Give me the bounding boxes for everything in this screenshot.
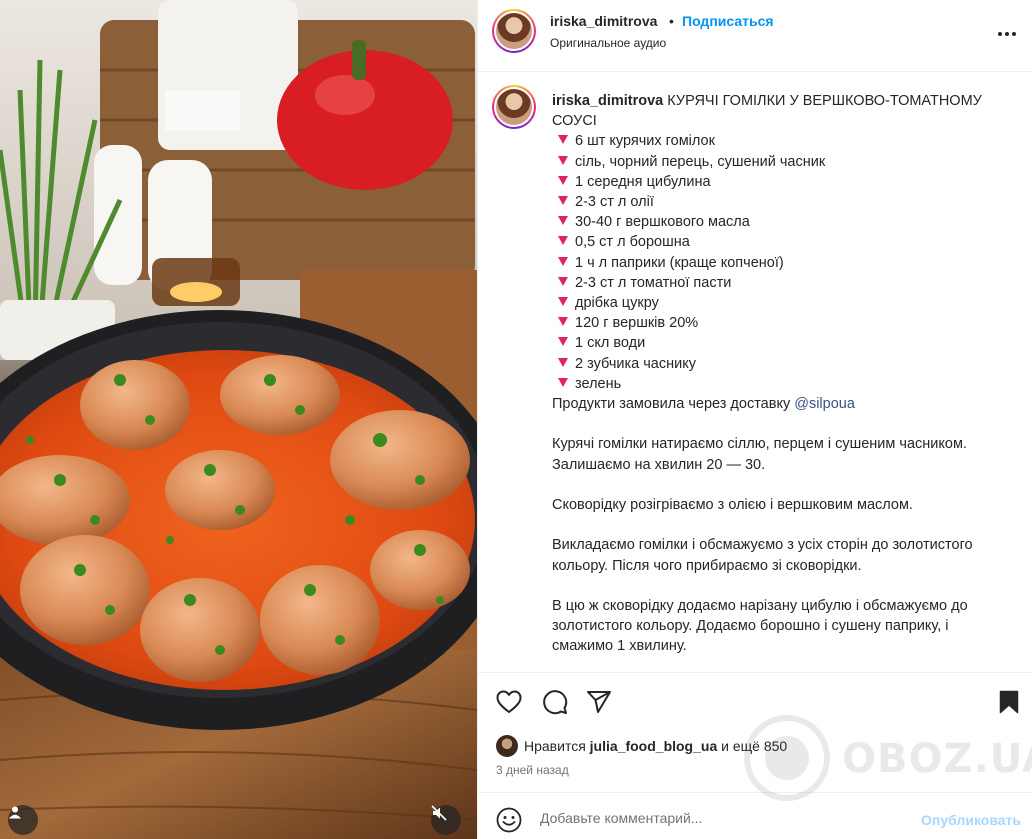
follow-button[interactable]: Подписаться: [682, 13, 774, 29]
ingredient-text: 6 шт курячих гомілок: [575, 133, 715, 150]
ingredient-item: 2 зубчика часнику: [552, 354, 1012, 374]
ingredient-text: 2 зубчика часнику: [575, 355, 696, 372]
author-avatar[interactable]: [492, 9, 536, 53]
ingredient-text: 120 г вершків 20%: [575, 315, 699, 332]
liker-username[interactable]: julia_food_blog_ua: [590, 738, 718, 754]
triangle-bullet-icon: [558, 317, 568, 327]
post-actions: Нравится julia_food_blog_ua и ещё 850 3 …: [478, 672, 1032, 792]
ingredient-text: зелень: [575, 375, 622, 392]
ingredient-item: сіль, чорний перець, сушений часник: [552, 152, 1012, 172]
triangle-bullet-icon: [558, 256, 568, 266]
post-media[interactable]: [0, 0, 477, 839]
speaker-muted-icon: [431, 805, 447, 821]
caption-text: iriska_dimitrova КУРЯЧІ ГОМІЛКИ У ВЕРШКО…: [552, 91, 1012, 657]
ingredient-text: 2-3 ст л томатної пасти: [575, 274, 732, 291]
ingredient-text: сіль, чорний перець, сушений часник: [575, 153, 826, 170]
triangle-bullet-icon: [558, 337, 568, 347]
triangle-bullet-icon: [558, 196, 568, 206]
post-sidebar: iriska_dimitrova • Подписаться Оригиналь…: [477, 0, 1032, 839]
food-video-frame: [0, 0, 477, 839]
triangle-bullet-icon: [558, 297, 568, 307]
ingredient-item: дрібка цукру: [552, 293, 1012, 313]
ingredient-text: 1 ч л паприки (краще копченої): [575, 254, 784, 271]
ingredient-item: 1 середня цибулина: [552, 172, 1012, 192]
caption-username[interactable]: iriska_dimitrova: [552, 93, 663, 109]
publish-button[interactable]: Опубликовать: [921, 812, 1021, 828]
liker-avatar: [496, 735, 518, 757]
ingredient-item: 2-3 ст л олії: [552, 192, 1012, 212]
comment-icon: [543, 690, 568, 715]
emoji-icon[interactable]: [496, 807, 522, 833]
bookmark-icon: [999, 690, 1019, 714]
post-date[interactable]: 3 дней назад: [496, 763, 569, 777]
triangle-bullet-icon: [558, 216, 568, 226]
step-paragraph: Викладаємо гомілки і обсмажуємо з усіх с…: [552, 537, 973, 574]
triangle-bullet-icon: [558, 155, 568, 165]
post-header: iriska_dimitrova • Подписаться Оригиналь…: [478, 0, 1032, 72]
user-icon: [9, 806, 21, 819]
tagged-users-button[interactable]: [8, 805, 38, 835]
step-paragraph: Курячі гомілки натираємо сіллю, перцем і…: [552, 436, 967, 473]
triangle-bullet-icon: [558, 357, 568, 367]
likes-count[interactable]: и ещё 850: [721, 738, 787, 754]
ingredient-item: зелень: [552, 374, 1012, 394]
triangle-bullet-icon: [558, 276, 568, 286]
triangle-bullet-icon: [558, 175, 568, 185]
audio-link[interactable]: Оригинальное аудио: [550, 36, 666, 50]
silpo-mention-link[interactable]: @silpoua: [794, 396, 855, 412]
comment-bar: Опубликовать: [478, 792, 1032, 839]
ingredient-text: 0,5 ст л борошна: [575, 234, 690, 251]
ingredient-item: 2-3 ст л томатної пасти: [552, 273, 1012, 293]
ingredient-item: 1 ч л паприки (краще копченої): [552, 253, 1012, 273]
ingredient-item: 30-40 г вершкового масла: [552, 212, 1012, 232]
triangle-bullet-icon: [558, 135, 568, 145]
share-icon: [587, 691, 611, 713]
author-username[interactable]: iriska_dimitrova: [550, 13, 657, 29]
ingredient-item: 6 шт курячих гомілок: [552, 131, 1012, 151]
ingredient-item: 0,5 ст л борошна: [552, 232, 1012, 252]
post-caption: iriska_dimitrova КУРЯЧІ ГОМІЛКИ У ВЕРШКО…: [478, 72, 1032, 672]
mute-button[interactable]: [431, 805, 461, 835]
ingredient-text: 1 скл води: [575, 335, 646, 352]
step-paragraph: В цю ж сковорідку додаємо нарізану цибул…: [552, 598, 968, 655]
likes-summary[interactable]: Нравится julia_food_blog_ua и ещё 850: [496, 735, 787, 757]
triangle-bullet-icon: [558, 236, 568, 246]
comment-input[interactable]: [540, 803, 900, 833]
ingredient-list: 6 шт курячих гомілок сіль, чорний перець,…: [552, 131, 1012, 394]
share-button[interactable]: [584, 687, 614, 717]
ingredient-text: 2-3 ст л олії: [575, 194, 654, 211]
triangle-bullet-icon: [558, 377, 568, 387]
heart-icon: [496, 690, 522, 714]
separator-dot: •: [669, 13, 674, 29]
step-paragraph: Сковорідку розігріваємо з олією і вершко…: [552, 497, 913, 514]
like-button[interactable]: [494, 687, 524, 717]
more-options-icon[interactable]: [995, 22, 1019, 46]
ingredient-text: 1 середня цибулина: [575, 173, 711, 190]
ingredient-item: 1 скл води: [552, 333, 1012, 353]
caption-avatar[interactable]: [492, 85, 536, 129]
likes-prefix: Нравится: [524, 738, 586, 754]
comment-button[interactable]: [540, 687, 570, 717]
ingredient-text: дрібка цукру: [575, 295, 659, 312]
ingredient-text: 30-40 г вершкового масла: [575, 214, 750, 231]
delivery-text: Продукти замовила через доставку: [552, 396, 791, 413]
ingredient-item: 120 г вершків 20%: [552, 313, 1012, 333]
save-button[interactable]: [994, 687, 1024, 717]
